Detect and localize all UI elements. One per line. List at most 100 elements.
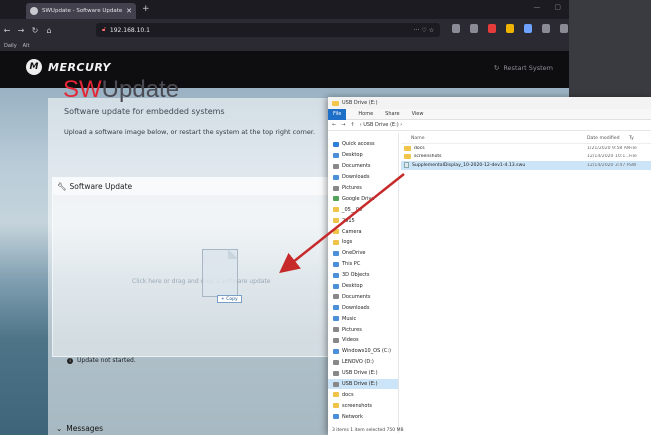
home-icon[interactable]: ⌂	[42, 26, 56, 35]
nav-desktop[interactable]: Desktop	[328, 150, 398, 161]
file-name: screenshots	[414, 154, 442, 160]
ribbon-tab-share[interactable]: Share	[385, 111, 399, 117]
ribbon-tab-file[interactable]: File	[328, 108, 347, 120]
column-name[interactable]: Name	[401, 136, 587, 141]
url-actions[interactable]: ··· ♡ ☆	[414, 27, 434, 34]
nav-music[interactable]: Music	[328, 313, 398, 324]
column-headers: Name Date modified Ty	[401, 133, 651, 144]
extension-yellow-icon[interactable]	[506, 24, 514, 33]
account-icon[interactable]	[542, 24, 550, 33]
copy-tooltip: + Copy	[217, 295, 242, 303]
bookmark-alt[interactable]: Alt	[23, 43, 30, 49]
nav-pc-downloads[interactable]: Downloads	[328, 302, 398, 313]
new-tab-button[interactable]: +	[142, 4, 150, 14]
pane-divider[interactable]	[398, 133, 399, 433]
forward-icon[interactable]: →	[14, 26, 28, 35]
nav-quick-access[interactable]: Quick access	[328, 139, 398, 150]
forward-icon[interactable]: →	[341, 122, 345, 128]
folder-icon	[404, 154, 411, 160]
nav-network[interactable]: Network	[328, 411, 398, 422]
tab-close-icon[interactable]: ✕	[126, 7, 132, 15]
explorer-title-bar: USB Drive (E:)	[328, 97, 651, 109]
back-icon[interactable]: ←	[332, 122, 336, 128]
nav-onedrive[interactable]: OneDrive	[328, 248, 398, 259]
nav-downloads[interactable]: Downloads	[328, 172, 398, 183]
update-status: i Update not started.	[67, 357, 136, 364]
back-icon[interactable]: ←	[0, 26, 14, 35]
url-bar[interactable]: 🔓︎ 192.168.10.1 ··· ♡ ☆	[96, 23, 440, 37]
explorer-address-bar[interactable]: ← → ↑ › USB Drive (E:) ›	[328, 120, 651, 131]
toolbar-icons	[452, 24, 568, 33]
nav-folder-2015[interactable]: 2015	[328, 215, 398, 226]
sidebar-icon[interactable]	[470, 24, 478, 33]
nav-label: Network	[342, 413, 363, 420]
nav-folder-05-06[interactable]: _05__06	[328, 204, 398, 215]
nav-drive-e[interactable]: USB Drive (E:)	[328, 368, 398, 379]
nav-folder-camera[interactable]: Camera	[328, 226, 398, 237]
nav-label: Quick access	[342, 141, 375, 148]
column-date[interactable]: Date modified	[587, 136, 629, 141]
drop-zone[interactable]	[59, 205, 341, 269]
library-icon[interactable]	[452, 24, 460, 33]
favicon-icon	[30, 7, 38, 15]
chevron-down-icon: ⌄	[56, 423, 63, 433]
nav-folder-logs[interactable]: logs	[328, 237, 398, 248]
computer-icon	[333, 261, 339, 267]
nav-label: Documents	[342, 293, 371, 300]
usb-drive-icon	[333, 370, 339, 376]
file-row-swu-selected[interactable]: SupplementalDisplay_10-2020-12-dev1-4.13…	[401, 161, 651, 170]
nav-drive-c[interactable]: Windows10_OS (C:)	[328, 346, 398, 357]
software-update-card: 🔧︎ Software Update	[52, 177, 348, 357]
maximize-icon[interactable]: ▢	[554, 3, 561, 11]
extension-blue-icon[interactable]	[524, 24, 532, 33]
nav-pc-documents[interactable]: Documents	[328, 291, 398, 302]
extension-red-icon[interactable]	[488, 24, 496, 33]
file-row-docs[interactable]: docs 1/21/2020 9:58 AM File	[401, 144, 651, 153]
up-icon[interactable]: ↑	[350, 122, 354, 128]
ribbon-tab-view[interactable]: View	[412, 111, 424, 117]
nav-screenshots[interactable]: screenshots	[328, 400, 398, 411]
column-type[interactable]: Ty	[629, 136, 634, 141]
minimize-icon[interactable]: —	[533, 3, 540, 11]
messages-header[interactable]: ⌄ Messages	[52, 418, 352, 435]
menu-icon[interactable]	[560, 24, 568, 33]
pictures-icon	[333, 327, 339, 333]
explorer-ribbon: File Home Share View	[328, 108, 651, 120]
pictures-icon	[333, 185, 339, 191]
nav-drive-d[interactable]: LENOVO (D:)	[328, 357, 398, 368]
nav-label: This PC	[342, 261, 361, 268]
nav-label: screenshots	[342, 402, 373, 409]
network-icon	[333, 414, 339, 420]
nav-drive-e-selected[interactable]: USB Drive (E:)	[328, 378, 398, 390]
title-update: Update	[101, 76, 180, 103]
card-header: 🔧︎ Software Update	[53, 178, 347, 195]
browser-tab[interactable]: SWUpdate - Software Update f ✕	[26, 3, 136, 19]
explorer-title: USB Drive (E:)	[342, 100, 378, 106]
nav-pc-pictures[interactable]: Pictures	[328, 324, 398, 335]
nav-pc-desktop[interactable]: Desktop	[328, 281, 398, 292]
nav-pictures[interactable]: Pictures	[328, 183, 398, 194]
desktop-icon	[333, 152, 339, 158]
downloads-icon	[333, 174, 339, 180]
file-type: File	[629, 154, 637, 160]
restart-system-link[interactable]: ↻ Restart System	[494, 64, 553, 72]
file-list: Name Date modified Ty docs 1/21/2020 9:5…	[401, 133, 651, 170]
file-row-screenshots[interactable]: screenshots 12/14/2020 10:1... File	[401, 153, 651, 162]
ribbon-tab-home[interactable]: Home	[358, 111, 373, 117]
folder-icon	[333, 229, 339, 235]
nav-documents[interactable]: Documents	[328, 161, 398, 172]
nav-google-drive[interactable]: Google Drive	[328, 193, 398, 204]
page-title: SWUpdate	[63, 76, 179, 104]
nav-this-pc[interactable]: This PC	[328, 259, 398, 270]
nav-label: LENOVO (D:)	[342, 359, 374, 366]
nav-label: Pictures	[342, 326, 362, 333]
page-subtitle: Software update for embedded systems	[64, 107, 225, 116]
file-type: File	[629, 145, 637, 151]
nav-docs[interactable]: docs	[328, 389, 398, 400]
nav-3d-objects[interactable]: 3D Objects	[328, 270, 398, 281]
music-icon	[333, 316, 339, 322]
nav-videos[interactable]: Videos	[328, 335, 398, 346]
reload-icon[interactable]: ↻	[28, 26, 42, 35]
bookmark-daily[interactable]: Daily	[4, 43, 17, 49]
tab-bar: SWUpdate - Software Update f ✕ + — ▢	[0, 0, 569, 19]
